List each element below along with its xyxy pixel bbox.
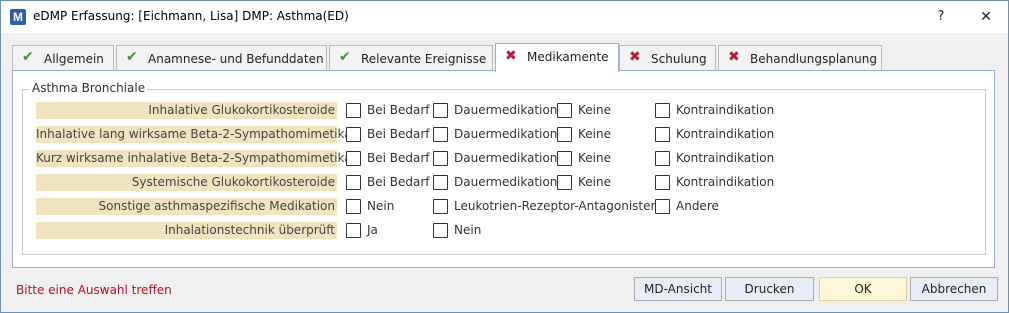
checkbox-label: Bei Bedarf xyxy=(367,175,430,189)
checkbox-box[interactable] xyxy=(433,127,448,142)
checkbox-box[interactable] xyxy=(433,199,448,214)
checkbox-box[interactable] xyxy=(346,199,361,214)
checkbox-label: Keine xyxy=(578,175,611,189)
row-label: Inhalative Glukokortikosteroide xyxy=(36,102,337,119)
checkbox-box[interactable] xyxy=(655,103,670,118)
checkbox-label: Kontraindikation xyxy=(676,175,775,189)
ok-button[interactable]: OK xyxy=(819,277,907,301)
error-x-icon: ✖ xyxy=(505,48,517,64)
checkbox-label: Dauermedikation xyxy=(454,103,558,117)
tab-label: Allgemein xyxy=(44,52,104,66)
cancel-button[interactable]: Abbrechen xyxy=(910,277,998,301)
checkbox-label: Keine xyxy=(578,127,611,141)
tab-behandlungsplanung[interactable]: ✖ Behandlungsplanung xyxy=(718,45,882,70)
app-logo-icon: M xyxy=(10,9,26,25)
checkbox-label: Kontraindikation xyxy=(676,127,775,141)
title-bar: M eDMP Erfassung: [Eichmann, Lisa] DMP: … xyxy=(1,1,1008,33)
checkbox-box[interactable] xyxy=(557,151,572,166)
checkbox-box[interactable] xyxy=(346,127,361,142)
tab-medikamente[interactable]: ✖ Medikamente xyxy=(495,43,619,72)
row-label: Inhalationstechnik überprüft xyxy=(36,222,337,239)
checkbox-label: Kontraindikation xyxy=(676,103,775,117)
checkbox-box[interactable] xyxy=(433,151,448,166)
tab-label: Anamnese- und Befunddaten xyxy=(148,52,324,66)
checkbox-label: Dauermedikation xyxy=(454,151,558,165)
checkbox-label: Ja xyxy=(367,223,378,237)
md-view-button[interactable]: MD-Ansicht xyxy=(634,277,722,301)
group-title: Asthma Bronchiale xyxy=(30,81,148,95)
checkbox-box[interactable] xyxy=(557,127,572,142)
checkmark-icon: ✔ xyxy=(339,49,351,65)
row-label: Inhalative lang wirksame Beta-2-Sympatho… xyxy=(36,126,352,143)
tab-label: Relevante Ereignisse xyxy=(361,52,487,66)
checkbox-label: Kontraindikation xyxy=(676,151,775,165)
window-title: eDMP Erfassung: [Eichmann, Lisa] DMP: As… xyxy=(33,9,349,23)
checkbox-box[interactable] xyxy=(433,175,448,190)
checkbox-label: Bei Bedarf xyxy=(367,151,430,165)
row-label: Systemische Glukokortikosteroide xyxy=(36,174,337,191)
checkbox-label: Keine xyxy=(578,103,611,117)
checkbox-label: Nein xyxy=(367,199,395,213)
checkbox-box[interactable] xyxy=(346,223,361,238)
checkbox-label: Bei Bedarf xyxy=(367,103,430,117)
checkbox-box[interactable] xyxy=(557,175,572,190)
tab-label: Behandlungsplanung xyxy=(750,52,877,66)
checkbox-box[interactable] xyxy=(655,175,670,190)
checkbox-box[interactable] xyxy=(346,151,361,166)
tab-anamnese[interactable]: ✔ Anamnese- und Befunddaten xyxy=(116,45,327,70)
checkbox-box[interactable] xyxy=(655,127,670,142)
error-x-icon: ✖ xyxy=(629,49,641,65)
checkbox-box[interactable] xyxy=(655,151,670,166)
help-button[interactable]: ? xyxy=(927,5,955,29)
checkbox-label: Bei Bedarf xyxy=(367,127,430,141)
row-label: Kurz wirksame inhalative Beta-2-Sympatho… xyxy=(36,150,352,167)
checkbox-label: Dauermedikation xyxy=(454,127,558,141)
checkbox-label: Leukotrien-Rezeptor-Antagonisten xyxy=(454,199,659,213)
tab-label: Medikamente xyxy=(527,50,609,64)
error-x-icon: ✖ xyxy=(728,49,740,65)
checkbox-box[interactable] xyxy=(433,103,448,118)
checkbox-box[interactable] xyxy=(433,223,448,238)
tab-allgemein[interactable]: ✔ Allgemein xyxy=(12,45,114,70)
checkbox-box[interactable] xyxy=(346,103,361,118)
checkbox-box[interactable] xyxy=(557,103,572,118)
tab-schulung[interactable]: ✖ Schulung xyxy=(619,45,716,70)
checkbox-label: Andere xyxy=(676,199,719,213)
tab-relevante-ereignisse[interactable]: ✔ Relevante Ereignisse xyxy=(329,45,493,70)
checkbox-label: Dauermedikation xyxy=(454,175,558,189)
validation-error-text: Bitte eine Auswahl treffen xyxy=(16,283,172,297)
tab-label: Schulung xyxy=(651,52,707,66)
checkbox-label: Nein xyxy=(454,223,482,237)
checkbox-label: Keine xyxy=(578,151,611,165)
close-button[interactable]: ✕ xyxy=(966,5,1006,29)
checkmark-icon: ✔ xyxy=(126,49,138,65)
row-label: Sonstige asthmaspezifische Medikation xyxy=(36,198,337,215)
checkbox-box[interactable] xyxy=(346,175,361,190)
checkbox-box[interactable] xyxy=(655,199,670,214)
checkmark-icon: ✔ xyxy=(22,49,34,65)
print-button[interactable]: Drucken xyxy=(725,277,814,301)
